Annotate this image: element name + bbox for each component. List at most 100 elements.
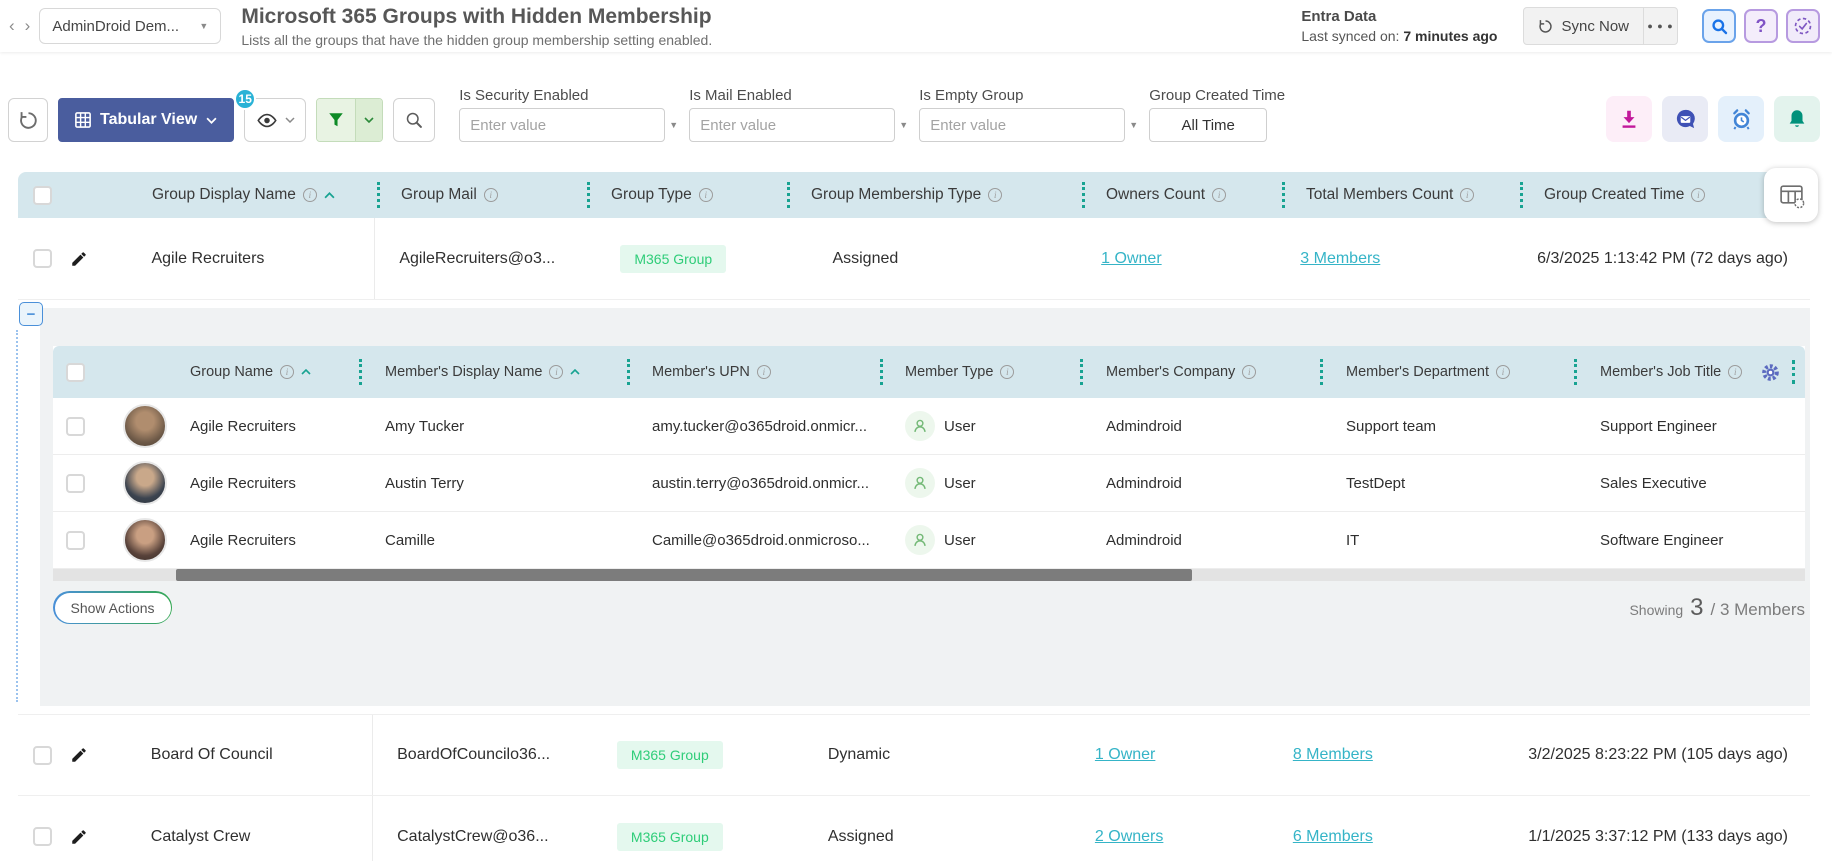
filter-split-button[interactable] (316, 98, 384, 142)
column-header-group-membership-type[interactable]: Group Membership Type i (787, 182, 1082, 208)
column-header-total-members-count[interactable]: Total Members Count i (1282, 182, 1520, 208)
column-header-group-type[interactable]: Group Type i (587, 182, 787, 208)
nav-forward-icon[interactable]: › (20, 16, 36, 36)
gear-icon[interactable] (1761, 363, 1780, 382)
sort-asc-icon[interactable] (570, 369, 581, 375)
row-checkbox[interactable] (66, 473, 85, 493)
info-icon[interactable]: i (1460, 188, 1475, 202)
select-all-checkbox[interactable] (33, 185, 52, 205)
owners-link[interactable]: 2 Owners (1095, 828, 1163, 846)
notifications-button[interactable] (1774, 96, 1820, 142)
info-icon[interactable]: i (756, 365, 771, 379)
refresh-report-button[interactable] (8, 98, 48, 142)
info-icon[interactable]: i (1691, 188, 1706, 202)
filter-select[interactable]: ▼ (689, 108, 908, 142)
column-header-member-job-title[interactable]: Member's Job Title i (1574, 359, 1744, 385)
filter-label: Is Security Enabled (459, 87, 589, 104)
search-icon (1711, 18, 1727, 34)
member-company: Admindroid (1106, 531, 1182, 549)
edit-icon[interactable] (70, 250, 88, 268)
member-row: Agile Recruiters Camille Camille@o365dro… (53, 512, 1805, 569)
edit-icon[interactable] (70, 828, 88, 846)
show-actions-button[interactable]: Show Actions (53, 591, 173, 624)
download-button[interactable] (1606, 96, 1652, 142)
info-icon[interactable]: i (483, 188, 498, 202)
export-actions (1606, 96, 1820, 142)
filter-options-button[interactable] (355, 99, 383, 141)
row-checkbox[interactable] (33, 249, 52, 268)
nav-back-icon[interactable]: ‹ (4, 16, 20, 36)
column-chooser-button[interactable] (1764, 168, 1818, 222)
chat-envelope-icon (1676, 109, 1695, 128)
time-range-button[interactable]: All Time (1149, 108, 1268, 142)
info-icon[interactable]: i (1242, 365, 1257, 379)
report-selector-dropdown[interactable]: AdminDroid Dem... ▼ (39, 8, 222, 44)
column-header-member-display-name[interactable]: Member's Display Name i (359, 359, 627, 385)
info-icon[interactable]: i (549, 365, 564, 379)
owners-link[interactable]: 1 Owner (1095, 746, 1155, 764)
members-link[interactable]: 6 Members (1293, 828, 1373, 846)
owners-link[interactable]: 1 Owner (1101, 250, 1161, 268)
group-type-badge: M365 Group (620, 244, 727, 273)
filter-select[interactable]: ▼ (459, 108, 678, 142)
global-search-button[interactable] (1702, 9, 1736, 43)
expansion-guide-line (16, 330, 18, 702)
row-checkbox[interactable] (33, 745, 52, 765)
filter-label: Is Empty Group (919, 87, 1024, 104)
help-button[interactable]: ? (1744, 9, 1778, 43)
filter-select[interactable]: ▼ (919, 108, 1138, 142)
row-checkbox[interactable] (66, 416, 85, 436)
info-icon[interactable]: i (1728, 365, 1743, 379)
members-link[interactable]: 8 Members (1293, 746, 1373, 764)
member-department: TestDept (1346, 474, 1406, 492)
member-company: Admindroid (1106, 474, 1182, 492)
groups-table-header: Group Display Name i Group Mail i Group … (18, 168, 1818, 222)
info-icon[interactable]: i (698, 188, 713, 202)
column-header-member-type[interactable]: Member Type i (880, 359, 1080, 385)
column-header-member-upn[interactable]: Member's UPN i (627, 359, 880, 385)
info-icon[interactable]: i (1212, 188, 1227, 202)
sync-now-button[interactable]: Sync Now (1524, 8, 1643, 44)
info-icon[interactable]: i (1495, 365, 1510, 379)
select-all-members-checkbox[interactable] (66, 362, 85, 382)
edit-icon[interactable] (70, 746, 88, 764)
sort-asc-icon[interactable] (301, 369, 311, 375)
sort-asc-icon[interactable] (324, 191, 335, 199)
column-header-member-department[interactable]: Member's Department i (1320, 359, 1574, 385)
filter-button[interactable] (317, 99, 356, 141)
row-checkbox[interactable] (66, 530, 85, 550)
column-header-group-mail[interactable]: Group Mail i (377, 182, 587, 208)
filter-value-input[interactable] (470, 116, 670, 134)
info-icon[interactable]: i (280, 365, 295, 379)
scrollbar-thumb[interactable] (175, 569, 1192, 581)
member-avatar (123, 518, 167, 562)
info-icon[interactable]: i (1000, 365, 1015, 379)
sync-more-button[interactable]: ● ● ● (1643, 8, 1677, 44)
column-header-owners-count[interactable]: Owners Count i (1082, 182, 1282, 208)
info-icon[interactable]: i (988, 188, 1003, 202)
column-separator (1282, 182, 1285, 208)
schedule-alert-button[interactable] (1718, 96, 1764, 142)
reload-icon (19, 111, 37, 129)
search-in-report-button[interactable] (393, 98, 436, 142)
info-icon[interactable]: i (302, 188, 317, 202)
user-icon (905, 411, 935, 441)
tabular-view-button[interactable]: Tabular View (58, 98, 235, 142)
column-header-group-name[interactable]: Group Name i (190, 364, 359, 380)
column-separator (1320, 359, 1323, 385)
email-report-button[interactable] (1662, 96, 1708, 142)
filter-is-security-enabled: Is Security Enabled ▼ (459, 87, 678, 142)
column-header-group-display-name[interactable]: Group Display Name i (135, 186, 377, 204)
menu-dots-icon[interactable] (1792, 360, 1795, 384)
schedule-check-button[interactable] (1786, 9, 1820, 43)
funnel-icon (329, 113, 343, 127)
member-avatar (123, 404, 167, 448)
row-checkbox[interactable] (33, 827, 52, 846)
top-header-bar: ‹ › AdminDroid Dem... ▼ Microsoft 365 Gr… (0, 0, 1832, 52)
members-link[interactable]: 3 Members (1300, 250, 1380, 268)
collapse-row-button[interactable]: − (19, 302, 43, 326)
views-button[interactable]: 15 (234, 88, 307, 142)
filter-value-input[interactable] (700, 116, 900, 134)
column-header-member-company[interactable]: Member's Company i (1080, 359, 1320, 385)
filter-value-input[interactable] (930, 116, 1130, 134)
